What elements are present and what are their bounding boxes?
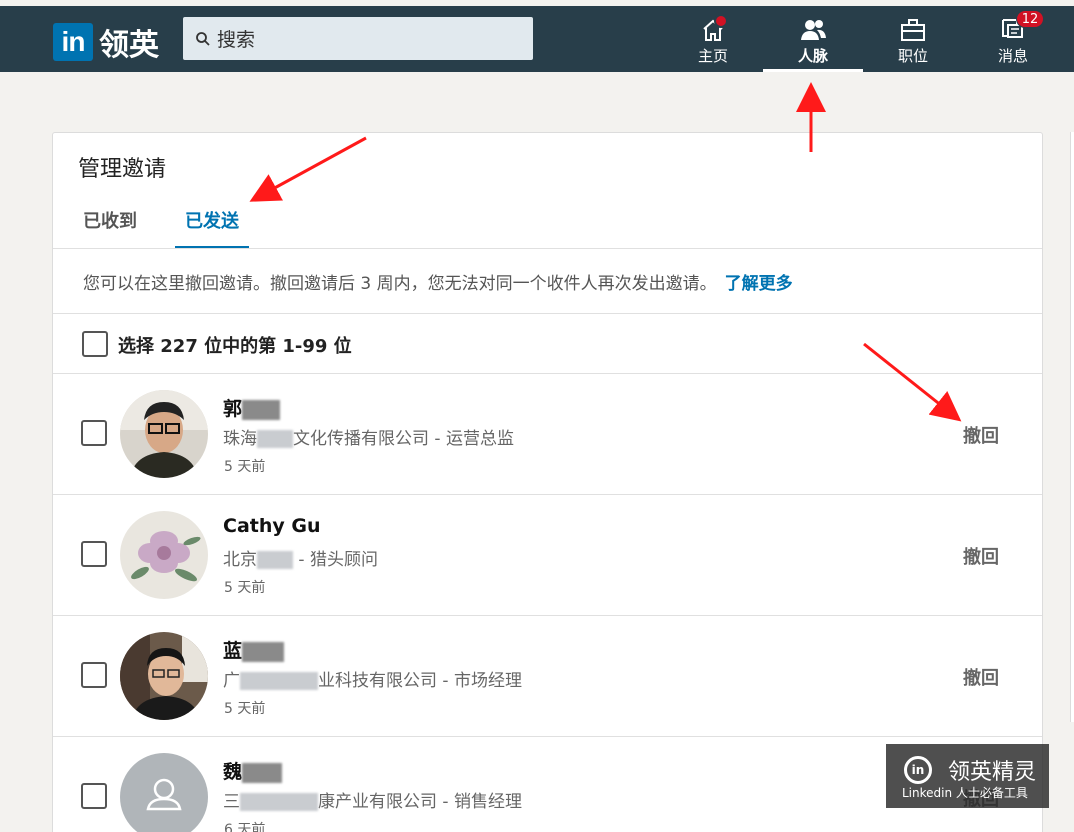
select-all-label: 选择 227 位中的第 1-99 位 — [118, 336, 352, 357]
info-text: 您可以在这里撤回邀请。撤回邀请后 3 周内，您无法对同一个收件人再次发出邀请。了… — [83, 269, 793, 294]
tab-received[interactable]: 已收到 — [73, 205, 147, 249]
withdraw-button[interactable]: 撤回 — [963, 422, 999, 448]
message-count-badge: 12 — [1016, 10, 1044, 28]
redacted-text — [240, 793, 318, 811]
redacted-text — [242, 399, 281, 420]
logo-mark: in — [53, 23, 93, 61]
manage-invitations-card: 管理邀请 已收到 已发送 您可以在这里撤回邀请。撤回邀请后 3 周内，您无法对同… — [52, 132, 1043, 832]
redacted-text — [240, 672, 318, 690]
redacted-text — [257, 430, 293, 448]
row-checkbox[interactable] — [81, 541, 107, 567]
notification-dot — [714, 14, 728, 28]
info-message: 您可以在这里撤回邀请。撤回邀请后 3 周内，您无法对同一个收件人再次发出邀请。 — [83, 274, 717, 294]
sent-time: 5 天前 — [224, 459, 266, 475]
home-icon — [698, 14, 728, 44]
learn-more-link[interactable]: 了解更多 — [725, 274, 793, 294]
invitation-row: 郭 珠海 文化传播有限公司 - 运营总监 5 天前 撤回 — [53, 373, 1042, 494]
search-input[interactable]: 搜索 — [183, 17, 533, 60]
side-panel-edge — [1070, 132, 1074, 722]
divider — [53, 313, 1042, 314]
nav-jobs[interactable]: 职位 — [863, 12, 963, 72]
top-navigation-bar: in 领英 搜索 主页 人脉 职位 12 消息 — [0, 6, 1074, 72]
avatar[interactable] — [120, 511, 208, 599]
search-icon — [196, 31, 210, 46]
redacted-text — [242, 762, 283, 783]
invitation-row: 蓝 广业科技有限公司 - 市场经理 5 天前 撤回 — [53, 615, 1042, 736]
invitee-name[interactable]: 蓝 — [223, 636, 285, 663]
invitee-headline: 广业科技有限公司 - 市场经理 — [223, 671, 522, 691]
invitee-headline: 北京 - 猎头顾问 — [223, 550, 378, 570]
row-checkbox[interactable] — [81, 662, 107, 688]
withdraw-button[interactable]: 撤回 — [963, 664, 999, 690]
search-placeholder: 搜索 — [217, 29, 256, 51]
people-icon — [798, 16, 828, 44]
nav-messages[interactable]: 12 消息 — [963, 10, 1063, 72]
avatar[interactable] — [120, 753, 208, 832]
invitee-name[interactable]: 魏 — [223, 757, 283, 784]
nav-network[interactable]: 人脉 — [763, 12, 863, 72]
avatar[interactable] — [120, 632, 208, 720]
invitee-name[interactable]: Cathy Gu — [223, 515, 321, 537]
invitation-row: Cathy Gu 北京 - 猎头顾问 5 天前 撤回 — [53, 494, 1042, 615]
brand-name: 领英 — [99, 28, 159, 63]
messages-icon: 12 — [998, 10, 1044, 44]
linkedin-logo[interactable]: in 领英 — [53, 20, 159, 64]
briefcase-icon — [898, 16, 928, 44]
tab-sent[interactable]: 已发送 — [175, 205, 249, 249]
watermark-subtitle: Linkedin 人士必备工具 — [902, 786, 1028, 800]
nav-network-label: 人脉 — [797, 47, 828, 65]
nav-jobs-label: 职位 — [897, 47, 928, 65]
sent-time: 6 天前 — [224, 822, 266, 832]
row-checkbox[interactable] — [81, 783, 107, 809]
nav-home[interactable]: 主页 — [663, 12, 763, 72]
nav-home-label: 主页 — [697, 47, 728, 65]
redacted-text — [242, 641, 285, 662]
avatar[interactable] — [120, 390, 208, 478]
page-title: 管理邀请 — [78, 157, 167, 182]
invitee-name[interactable]: 郭 — [223, 394, 281, 421]
row-checkbox[interactable] — [81, 420, 107, 446]
invitee-headline: 三康产业有限公司 - 销售经理 — [223, 792, 522, 812]
watermark-title: 领英精灵 — [948, 760, 1037, 785]
withdraw-button[interactable]: 撤回 — [963, 543, 999, 569]
sent-time: 5 天前 — [224, 701, 266, 717]
divider — [53, 248, 1042, 249]
nav-messages-label: 消息 — [997, 47, 1028, 65]
watermark: in 领英精灵 Linkedin 人士必备工具 — [886, 744, 1049, 808]
select-all-checkbox[interactable] — [82, 331, 108, 357]
invitee-headline: 珠海 文化传播有限公司 - 运营总监 — [223, 429, 514, 449]
redacted-text — [257, 551, 293, 569]
watermark-logo-icon: in — [904, 756, 932, 784]
sent-time: 5 天前 — [224, 580, 266, 596]
